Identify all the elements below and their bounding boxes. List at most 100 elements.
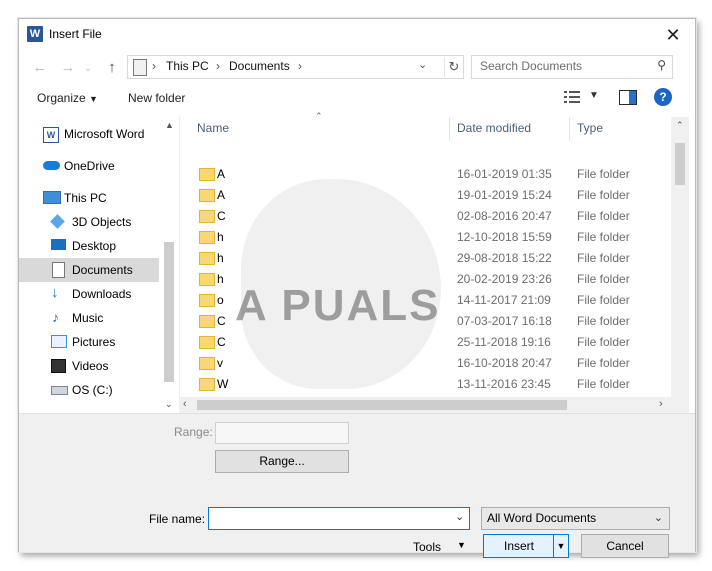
folder-icon: [199, 210, 215, 223]
nav-item-microsoft-word[interactable]: W Microsoft Word: [19, 122, 159, 146]
address-bar[interactable]: › This PC › Documents › ⌄ ↻: [127, 55, 464, 79]
file-type: File folder: [577, 377, 630, 391]
arrow-right-icon: →: [60, 59, 76, 76]
folder-icon: [199, 336, 215, 349]
view-options-icon[interactable]: [564, 90, 580, 104]
scroll-down-icon[interactable]: ⌄: [165, 399, 173, 410]
column-header-type[interactable]: Type: [577, 117, 603, 139]
navigation-pane[interactable]: W Microsoft Word OneDrive This PC 3D Obj…: [19, 117, 180, 413]
help-icon[interactable]: ?: [654, 88, 672, 106]
search-input[interactable]: [472, 56, 652, 76]
scroll-left-icon[interactable]: ‹: [183, 398, 187, 410]
nav-label: Music: [72, 311, 104, 325]
chevron-down-icon[interactable]: ⌄: [455, 510, 464, 523]
caret-down-icon: ▼: [89, 94, 98, 104]
file-type: File folder: [577, 188, 630, 202]
insert-button[interactable]: Insert ▼: [483, 534, 569, 558]
refresh-icon: ↻: [448, 59, 460, 74]
insert-options-icon[interactable]: ▼: [553, 535, 568, 557]
caret-down-icon[interactable]: ▼: [457, 540, 466, 550]
breadcrumb-separator-icon[interactable]: ›: [216, 59, 220, 73]
search-box[interactable]: ⚲: [471, 55, 673, 79]
insert-label: Insert: [503, 539, 534, 553]
close-button[interactable]: ✕: [659, 22, 687, 48]
nav-item-pictures[interactable]: Pictures: [19, 330, 159, 354]
folder-icon: [199, 273, 215, 286]
vertical-scroll-thumb[interactable]: [675, 143, 685, 185]
file-type: File folder: [577, 293, 630, 307]
file-name-input[interactable]: [208, 507, 470, 530]
file-name: v: [217, 356, 223, 370]
nav-label: Documents: [72, 263, 133, 277]
search-icon[interactable]: ⚲: [657, 58, 666, 72]
nav-label: Downloads: [72, 287, 132, 301]
view-dropdown-icon[interactable]: ▼: [589, 90, 599, 101]
forward-button[interactable]: →: [57, 57, 79, 79]
file-type: File folder: [577, 251, 630, 265]
file-list-horizontal-scrollbar[interactable]: ‹ ›: [179, 397, 671, 413]
organize-label: Organize: [37, 91, 86, 105]
nav-label: OS (C:): [72, 383, 113, 397]
cancel-button[interactable]: Cancel: [581, 534, 669, 558]
column-header-name[interactable]: Name: [197, 117, 229, 139]
video-icon: [51, 359, 66, 373]
file-name: W: [217, 377, 229, 391]
scroll-up-icon[interactable]: ▲: [165, 120, 174, 130]
scroll-right-icon[interactable]: ›: [659, 398, 663, 410]
file-row[interactable]: A 19-01-2019 15:24 File folder: [179, 185, 669, 206]
command-bar: Organize ▼ New folder ▼ ?: [19, 85, 695, 113]
nav-scroll-thumb[interactable]: [164, 242, 174, 382]
title-bar[interactable]: W Insert File ✕: [19, 19, 695, 49]
watermark-text: A PUALS: [235, 281, 441, 330]
up-button[interactable]: ↑: [101, 57, 123, 79]
file-type-select[interactable]: All Word Documents ⌄: [481, 507, 670, 530]
refresh-button[interactable]: ↻: [444, 57, 463, 77]
file-type: File folder: [577, 230, 630, 244]
file-type: File folder: [577, 314, 630, 328]
file-type: File folder: [577, 356, 630, 370]
column-divider[interactable]: [449, 117, 450, 141]
breadcrumb-this-pc[interactable]: This PC: [166, 59, 209, 73]
file-row[interactable]: W 13-11-2016 23:45 File folder: [179, 374, 669, 395]
range-label: Range:: [174, 425, 213, 439]
file-row[interactable]: A 16-01-2019 01:35 File folder: [179, 164, 669, 185]
nav-item-videos[interactable]: Videos: [19, 354, 159, 378]
nav-item-onedrive[interactable]: OneDrive: [19, 154, 159, 178]
back-button[interactable]: ←: [29, 57, 51, 79]
file-date: 20-02-2019 23:26: [457, 272, 552, 286]
file-list-vertical-scrollbar[interactable]: ⌃: [671, 117, 689, 413]
nav-item-os-c[interactable]: OS (C:): [19, 378, 159, 402]
nav-item-this-pc[interactable]: This PC: [19, 186, 159, 210]
download-icon: ↓: [51, 284, 59, 301]
breadcrumb-documents[interactable]: Documents: [229, 59, 290, 73]
word-app-icon: W: [27, 26, 43, 42]
file-name: C: [217, 209, 226, 223]
preview-pane-icon[interactable]: [619, 90, 637, 105]
folder-icon: [199, 315, 215, 328]
address-dropdown-icon[interactable]: ⌄: [418, 58, 427, 71]
file-date: 13-11-2016 23:45: [457, 377, 551, 391]
column-divider[interactable]: [569, 117, 570, 141]
nav-item-music[interactable]: ♪ Music: [19, 306, 159, 330]
nav-item-downloads[interactable]: ↓ Downloads: [19, 282, 159, 306]
range-button[interactable]: Range...: [215, 450, 349, 473]
horizontal-scroll-thumb[interactable]: [197, 400, 567, 410]
nav-scrollbar[interactable]: ▲ ⌄: [161, 117, 177, 413]
tools-menu[interactable]: Tools: [413, 540, 441, 554]
new-folder-button[interactable]: New folder: [128, 91, 185, 105]
file-row[interactable]: v 16-10-2018 20:47 File folder: [179, 353, 669, 374]
nav-item-documents[interactable]: Documents: [19, 258, 159, 282]
breadcrumb-separator-icon[interactable]: ›: [152, 59, 156, 73]
nav-label: Microsoft Word: [64, 127, 145, 141]
file-type-selected: All Word Documents: [487, 511, 597, 525]
chevron-down-icon: ⌄: [84, 63, 92, 73]
nav-item-desktop[interactable]: Desktop: [19, 234, 159, 258]
recent-locations-button[interactable]: ⌄: [81, 57, 95, 79]
column-header-date[interactable]: Date modified: [457, 117, 531, 139]
nav-item-3d-objects[interactable]: 3D Objects: [19, 210, 159, 234]
file-name: o: [217, 293, 224, 307]
scroll-up-icon[interactable]: ⌃: [676, 120, 684, 131]
breadcrumb-separator-icon[interactable]: ›: [298, 59, 302, 73]
organize-menu[interactable]: Organize ▼: [37, 91, 98, 105]
folder-icon: [199, 252, 215, 265]
